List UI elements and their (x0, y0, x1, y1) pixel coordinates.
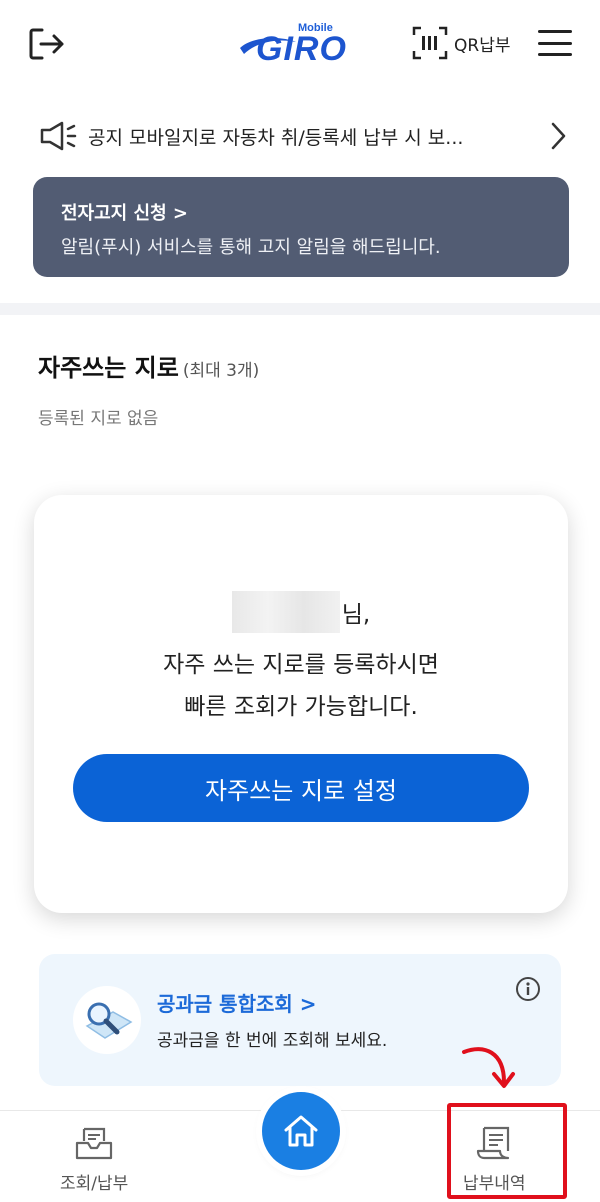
home-icon (284, 1115, 318, 1147)
search-bill-icon (85, 1002, 133, 1039)
hamburger-icon[interactable] (538, 30, 572, 56)
qr-icon (412, 26, 448, 60)
tab-inquiry-payment-label: 조회/납부 (60, 1174, 129, 1194)
ebill-title: 전자고지 신청 > (61, 203, 188, 224)
favorite-giro-setup-button[interactable]: 자주쓰는 지로 설정 (73, 754, 529, 822)
favorites-title-text: 자주쓰는 지로 (38, 354, 179, 382)
app-header: Mobile GIRO QR납부 (0, 0, 600, 90)
utility-lookup-desc: 공과금을 한 번에 조회해 보세요. (157, 1031, 388, 1051)
favorites-card: 님, 자주 쓰는 지로를 등록하시면 빠른 조회가 가능합니다. 자주쓰는 지로… (34, 495, 568, 913)
notice-text: 공지 모바일지로 자동차 취/등록세 납부 시 보... (88, 126, 464, 149)
favorites-subtitle: (최대 3개) (182, 361, 260, 381)
notice-bar[interactable]: 공지 모바일지로 자동차 취/등록세 납부 시 보... (38, 114, 568, 158)
blurred-user-name (231, 591, 340, 633)
name-suffix: 님, (341, 602, 371, 628)
info-icon[interactable] (515, 976, 541, 1002)
giro-logo: Mobile GIRO (238, 20, 364, 68)
section-divider (0, 303, 600, 315)
card-line-1: 자주 쓰는 지로를 등록하시면 (163, 652, 439, 678)
inbox-icon (76, 1127, 113, 1160)
user-name-line: 님, (34, 591, 568, 633)
logo-giro-text: GIRO (256, 30, 347, 68)
tab-inquiry-payment[interactable]: 조회/납부 (60, 1125, 128, 1194)
ebill-banner[interactable]: 전자고지 신청 > 알림(푸시) 서비스를 통해 고지 알림을 해드립니다. (33, 177, 569, 277)
logout-icon[interactable] (28, 26, 66, 62)
megaphone-icon (40, 121, 77, 151)
annotation-arrow-icon (462, 1047, 515, 1088)
utility-lookup-title: 공과금 통합조회 > (157, 992, 317, 1016)
home-button[interactable] (262, 1092, 340, 1170)
card-line-2: 빠른 조회가 가능합니다. (184, 694, 418, 720)
favorites-title: 자주쓰는 지로 (최대 3개) (38, 348, 259, 383)
qr-pay-button[interactable]: QR납부 (412, 26, 510, 60)
chevron-right-icon[interactable] (548, 120, 568, 152)
qr-pay-label: QR납부 (454, 35, 511, 56)
magnifier-bill-icon (73, 986, 141, 1054)
highlight-box (447, 1103, 567, 1199)
favorites-empty-text: 등록된 지로 없음 (38, 409, 159, 429)
ebill-desc: 알림(푸시) 서비스를 통해 고지 알림을 해드립니다. (61, 237, 441, 258)
